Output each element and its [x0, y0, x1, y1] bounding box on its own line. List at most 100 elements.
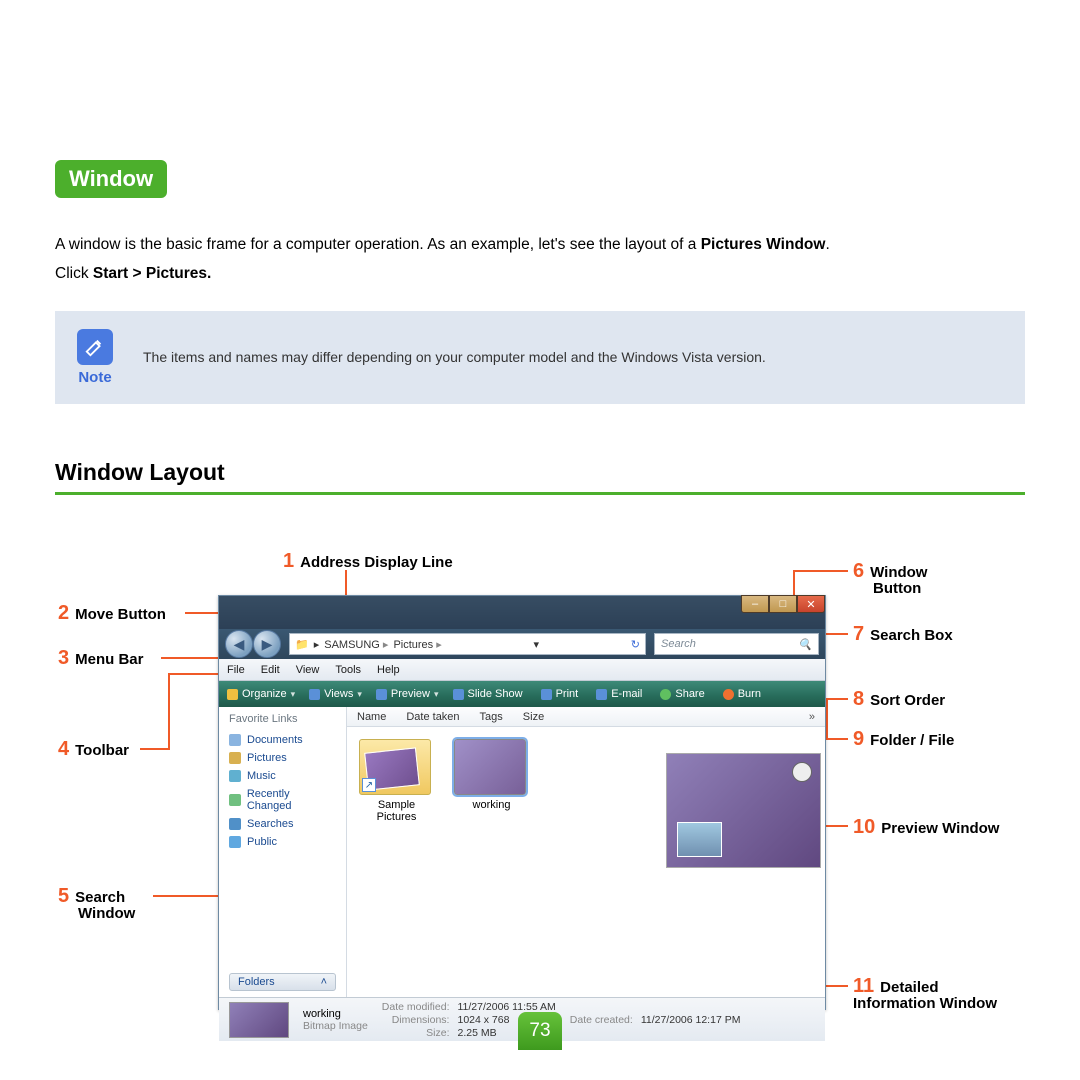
callout-8-num: 8	[853, 688, 864, 710]
toolbar-label: Organize	[242, 688, 287, 700]
back-button[interactable]: ◀	[225, 630, 253, 658]
minimize-button[interactable]: –	[741, 595, 769, 613]
details-filetype: Bitmap Image	[303, 1020, 368, 1032]
toolbar-share[interactable]: Share	[660, 688, 708, 700]
folder-icon: 📁	[295, 638, 309, 651]
toolbar-email[interactable]: E-mail	[596, 688, 646, 700]
file-label: Sample Pictures	[359, 799, 434, 823]
callout-4: 4Toolbar	[58, 738, 129, 761]
close-button[interactable]: ✕	[797, 595, 825, 613]
sidebar-label: Searches	[247, 818, 293, 830]
toolbar-organize[interactable]: Organize	[227, 688, 295, 700]
details-label: Date created:	[570, 1014, 633, 1026]
column-size[interactable]: Size	[513, 711, 554, 723]
sidebar-label: Recently Changed	[247, 788, 336, 812]
sidebar-item-documents[interactable]: Documents	[229, 731, 336, 749]
note-text: The items and names may differ depending…	[143, 347, 766, 368]
column-tags[interactable]: Tags	[470, 711, 513, 723]
file-item-image[interactable]: working	[454, 739, 529, 823]
callout-8: 8Sort Order	[853, 688, 945, 711]
menu-edit[interactable]: Edit	[261, 664, 280, 676]
section-divider	[55, 492, 1025, 495]
documents-icon	[229, 734, 241, 746]
click-prefix: Click	[55, 265, 93, 282]
callout-10-num: 10	[853, 816, 875, 838]
folders-expand-button[interactable]: Folders˄	[229, 973, 336, 991]
click-instruction: Click Start > Pictures.	[55, 265, 1025, 283]
sidebar-label: Pictures	[247, 752, 287, 764]
toolbar-label: Views	[324, 688, 353, 700]
callout-4-num: 4	[58, 738, 69, 760]
forward-button[interactable]: ▶	[253, 630, 281, 658]
callout-1: 1Address Display Line	[283, 550, 453, 573]
column-date[interactable]: Date taken	[396, 711, 469, 723]
folders-label: Folders	[238, 976, 275, 988]
connector-line	[153, 895, 218, 897]
callout-3-num: 3	[58, 647, 69, 669]
sidebar-item-recent[interactable]: Recently Changed	[229, 785, 336, 815]
maximize-button[interactable]: □	[769, 595, 797, 613]
connector-line	[826, 985, 848, 987]
intro-prefix: A window is the basic frame for a comput…	[55, 236, 701, 253]
menu-tools[interactable]: Tools	[335, 664, 361, 676]
sidebar-item-pictures[interactable]: Pictures	[229, 749, 336, 767]
details-value: 11/27/2006 12:17 PM	[641, 1014, 741, 1026]
folder-thumb: ↗	[359, 739, 431, 795]
toolbar: Organize Views Preview Slide Show Print …	[219, 681, 825, 707]
connector-line	[168, 675, 170, 750]
callout-5-label: Search	[75, 889, 125, 906]
connector-line	[826, 825, 848, 827]
sidebar: Favorite Links Documents Pictures Music …	[219, 707, 347, 997]
details-filename: working	[303, 1008, 368, 1020]
note-box: Note The items and names may differ depe…	[55, 311, 1025, 404]
connector-line	[140, 748, 168, 750]
connector-line	[168, 673, 218, 675]
connector-line	[793, 570, 795, 595]
menu-file[interactable]: File	[227, 664, 245, 676]
toolbar-label: Burn	[738, 688, 761, 700]
toolbar-slideshow[interactable]: Slide Show	[453, 688, 527, 700]
callout-1-label: Address Display Line	[300, 554, 453, 571]
menu-view[interactable]: View	[296, 664, 320, 676]
connector-line	[161, 657, 218, 659]
connector-line	[185, 612, 218, 614]
sidebar-item-searches[interactable]: Searches	[229, 815, 336, 833]
sidebar-label: Music	[247, 770, 276, 782]
callout-6b: Button	[873, 580, 921, 597]
clock-icon	[792, 762, 812, 782]
callout-9-label: Folder / File	[870, 732, 954, 749]
subsection-title: Window Layout	[55, 459, 1025, 486]
file-item-folder[interactable]: ↗ Sample Pictures	[359, 739, 434, 823]
breadcrumb-item[interactable]: SAMSUNG	[324, 638, 388, 651]
toolbar-print[interactable]: Print	[541, 688, 583, 700]
column-name[interactable]: Name	[347, 711, 396, 723]
favorites-title: Favorite Links	[229, 713, 336, 725]
sidebar-item-public[interactable]: Public	[229, 833, 336, 851]
toolbar-preview[interactable]: Preview	[376, 688, 439, 700]
search-icon: 🔍	[798, 638, 812, 651]
preview-sub-thumb	[677, 822, 722, 857]
toolbar-views[interactable]: Views	[309, 688, 362, 700]
address-bar[interactable]: 📁 ▸ SAMSUNG Pictures ▾ ↻	[289, 633, 646, 655]
breadcrumb-item[interactable]: Pictures	[393, 638, 441, 651]
callout-5b: Window	[78, 905, 135, 922]
menu-help[interactable]: Help	[377, 664, 400, 676]
refresh-icon[interactable]: ↻	[631, 638, 640, 651]
callout-6b-label: Button	[873, 580, 921, 597]
sidebar-item-music[interactable]: Music	[229, 767, 336, 785]
intro-suffix: .	[825, 236, 829, 253]
callout-10: 10 Preview Window	[853, 816, 999, 839]
pencil-icon	[77, 329, 113, 365]
toolbar-burn[interactable]: Burn	[723, 688, 765, 700]
search-input[interactable]: Search 🔍	[654, 633, 819, 655]
callout-2-num: 2	[58, 602, 69, 624]
callout-3: 3Menu Bar	[58, 647, 143, 670]
columns-expand[interactable]: »	[799, 711, 825, 723]
note-label: Note	[78, 369, 111, 386]
callout-10-label: Preview Window	[881, 820, 999, 837]
callout-5-num: 5	[58, 885, 69, 907]
connector-line	[793, 570, 848, 572]
callout-6-label: Window	[870, 564, 927, 581]
details-label: Size:	[382, 1027, 450, 1039]
callout-9: 9Folder / File	[853, 728, 954, 751]
